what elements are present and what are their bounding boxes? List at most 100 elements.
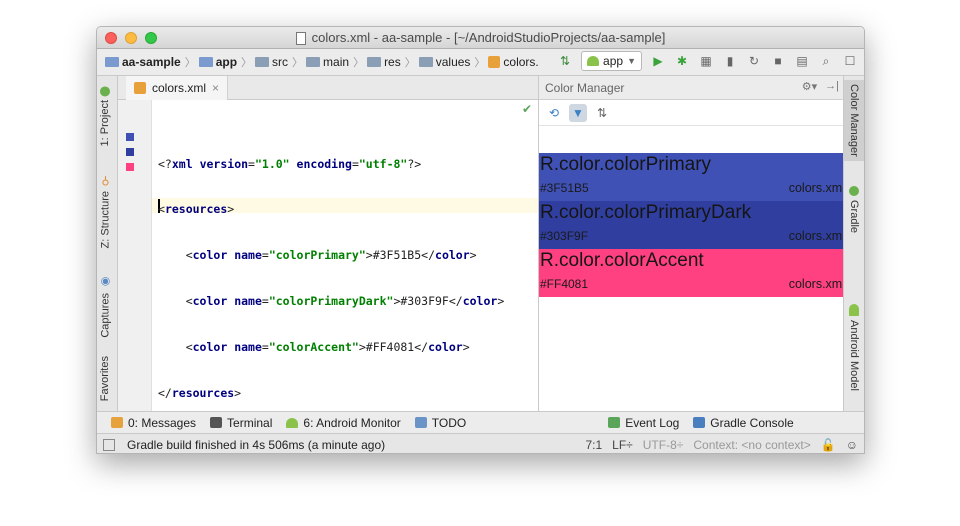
inspection-ok-icon: ✔ — [521, 102, 532, 116]
tool-tab-captures[interactable]: Captures ◉ — [99, 276, 113, 338]
file-encoding[interactable]: UTF-8÷ — [643, 438, 684, 452]
project-folder-icon — [105, 57, 119, 67]
code-editor[interactable]: ✔ <?xml version="1.0" encoding="utf-8"?>… — [118, 100, 538, 411]
android-icon — [286, 417, 299, 428]
title-bar: colors.xml - aa-sample - [~/AndroidStudi… — [97, 27, 864, 49]
context-indicator: Context: <no context> — [693, 437, 811, 452]
tool-tab-project[interactable]: 1: Project — [99, 86, 111, 146]
android-icon — [587, 56, 600, 66]
folder-icon — [255, 57, 270, 67]
color-manager-toolbar: ⟲ ▼ ⇅ — [539, 100, 845, 126]
color-swatch-primary[interactable] — [126, 133, 134, 141]
color-swatch-primary-dark[interactable] — [126, 148, 134, 156]
color-manager-panel: Color Manager ⚙▾ →| ⟲ ▼ ⇅ R.color.colorP… — [538, 76, 846, 411]
search-icon[interactable]: ⌕ — [818, 53, 834, 69]
todo-icon — [414, 417, 427, 428]
project-icon — [100, 86, 110, 96]
apply-changes-icon[interactable]: ▮ — [722, 53, 738, 69]
event-log-icon — [608, 417, 621, 428]
tool-tab-android-monitor[interactable]: 6: Android Monitor — [286, 416, 401, 430]
tool-tab-gradle[interactable]: Gradle — [848, 186, 860, 233]
breadcrumb-res[interactable]: res — [367, 55, 401, 69]
document-icon — [295, 31, 306, 45]
status-bar: Gradle build finished in 4s 506ms (a min… — [97, 433, 864, 453]
color-entry-primary-dark[interactable]: R.color.colorPrimaryDark #303F9F colors.… — [539, 201, 846, 249]
chevron-down-icon: ▼ — [627, 56, 636, 66]
captures-icon: ◉ — [100, 276, 112, 289]
tool-tab-favorites[interactable]: Favorites — [99, 356, 111, 401]
editor-tab-colors[interactable]: colors.xml × — [126, 76, 229, 100]
lock-icon[interactable]: 🔓 — [821, 438, 836, 452]
tool-tab-todo[interactable]: TODO — [414, 416, 466, 430]
sort-az-icon[interactable]: ⇅ — [593, 104, 611, 122]
caret-position[interactable]: 7:1 — [585, 438, 602, 452]
gradle-icon — [849, 186, 859, 196]
code-line: <color name="colorPrimaryDark">#303F9F</… — [158, 294, 505, 309]
editor-gutter — [118, 100, 152, 411]
code-line: <color name="colorPrimary">#3F51B5</colo… — [158, 248, 477, 263]
ide-window: colors.xml - aa-sample - [~/AndroidStudi… — [96, 26, 865, 454]
tool-tab-terminal[interactable]: Terminal — [210, 416, 272, 430]
gear-icon[interactable]: ⚙▾ — [802, 80, 817, 93]
refresh-icon[interactable]: ⟲ — [545, 104, 563, 122]
window-controls — [105, 32, 157, 44]
folder-icon — [367, 57, 382, 67]
main-toolbar: ⇅ app ▼ ▶ ✱ ▦ ▮ ↻ ■ ▤ ⌕ ☐ — [557, 51, 858, 71]
color-swatch-accent[interactable] — [126, 163, 134, 171]
code-line: </resources> — [158, 386, 242, 401]
color-entry-primary[interactable]: R.color.colorPrimary #3F51B5 colors.xml — [539, 153, 846, 201]
line-separator[interactable]: LF÷ — [612, 438, 633, 452]
breadcrumb-app[interactable]: app — [198, 55, 237, 69]
tool-tab-messages[interactable]: 0: Messages — [111, 416, 196, 430]
editor-tabs: colors.xml × — [118, 76, 538, 100]
breadcrumb-main[interactable]: main — [306, 55, 349, 69]
hector-icon[interactable]: ☺ — [846, 438, 858, 452]
sdk-manager-icon[interactable]: ▤ — [794, 53, 810, 69]
code-line: <resources> — [158, 202, 235, 217]
code-line: <?xml version="1.0" encoding="utf-8"?> — [158, 156, 422, 171]
status-message[interactable]: Gradle build finished in 4s 506ms (a min… — [127, 438, 385, 452]
run-configuration-select[interactable]: app ▼ — [581, 51, 642, 71]
module-folder-icon — [198, 57, 213, 67]
folder-icon — [418, 57, 433, 67]
debug-icon[interactable]: ✱ — [674, 53, 690, 69]
maximize-window-button[interactable] — [145, 32, 157, 44]
filter-icon[interactable]: ▼ — [569, 103, 587, 122]
tool-tab-event-log[interactable]: Event Log — [608, 416, 679, 430]
messages-icon — [111, 417, 123, 428]
gradle-console-icon — [693, 417, 706, 428]
hide-panel-icon[interactable]: →| — [825, 80, 839, 93]
close-window-button[interactable] — [105, 32, 117, 44]
tool-tab-gradle-console[interactable]: Gradle Console — [693, 416, 794, 430]
bottom-tool-tabs: 0: Messages Terminal 6: Android Monitor … — [97, 411, 864, 433]
breadcrumb-values[interactable]: values — [418, 55, 470, 69]
android-icon — [849, 304, 859, 316]
terminal-icon — [210, 417, 223, 428]
stop-icon[interactable]: ■ — [770, 53, 786, 69]
tool-tab-color-manager[interactable]: Color Manager — [844, 80, 864, 161]
make-icon[interactable]: ⇅ — [557, 53, 573, 69]
color-entry-accent[interactable]: R.color.colorAccent #FF4081 colors.xml — [539, 249, 846, 297]
profile-icon[interactable]: ☐ — [842, 53, 858, 69]
window-title: colors.xml - aa-sample - [~/AndroidStudi… — [311, 30, 666, 45]
xml-file-icon — [134, 82, 146, 94]
breadcrumb-aa-sample[interactable]: aa-sample — [105, 55, 181, 69]
run-icon[interactable]: ▶ — [650, 53, 666, 69]
color-manager-header: Color Manager ⚙▾ →| — [539, 76, 845, 100]
minimize-window-button[interactable] — [125, 32, 137, 44]
left-tool-strip: 1: Project Z: Structure ⚲ Captures ◉ Favor… — [97, 76, 118, 411]
toggle-tool-windows-icon[interactable] — [103, 438, 115, 451]
code-content: <?xml version="1.0" encoding="utf-8"?> <… — [158, 126, 504, 432]
breadcrumb-src[interactable]: src — [255, 55, 288, 69]
navigation-bar: aa-sample 〉 app 〉 src 〉 main 〉 res 〉 values 〉 … — [97, 49, 864, 76]
breadcrumb-colors[interactable]: colors. — [488, 55, 539, 69]
sync-icon[interactable]: ↻ — [746, 53, 762, 69]
close-tab-icon[interactable]: × — [212, 81, 219, 95]
right-tool-strip: Color Manager Gradle Android Model — [843, 76, 864, 411]
folder-icon — [306, 57, 321, 67]
structure-icon: ⚲ — [100, 174, 112, 187]
code-line: <color name="colorAccent">#FF4081</color… — [158, 340, 470, 355]
attach-icon[interactable]: ▦ — [698, 53, 714, 69]
tool-tab-android-model[interactable]: Android Model — [848, 304, 860, 391]
tool-tab-structure[interactable]: Z: Structure ⚲ — [99, 174, 113, 248]
